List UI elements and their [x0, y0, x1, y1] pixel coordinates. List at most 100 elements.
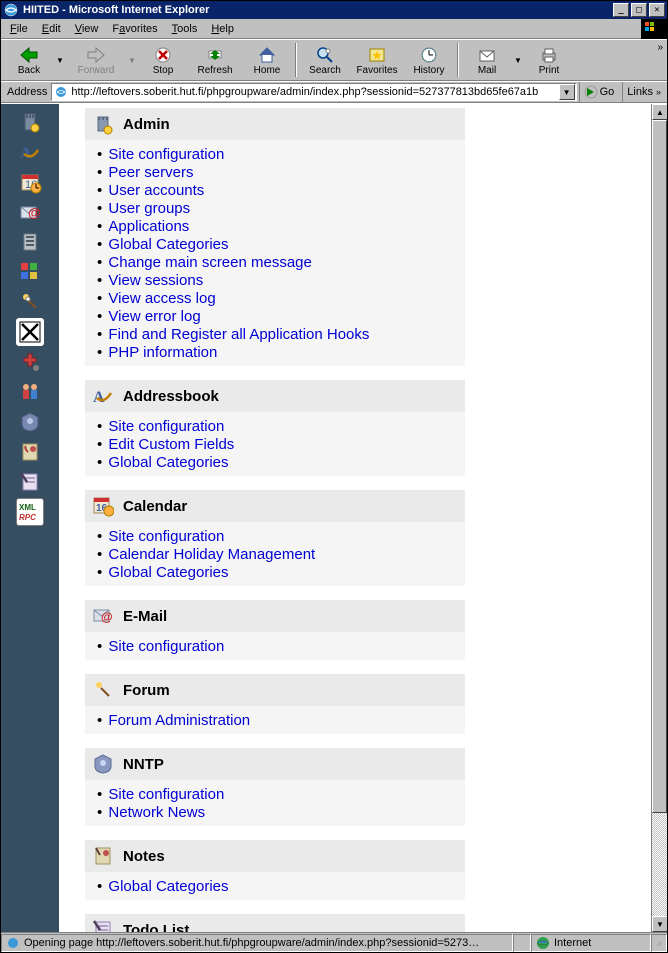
admin-link[interactable]: View sessions	[108, 272, 203, 289]
scroll-thumb[interactable]	[652, 120, 667, 813]
section-header: Notes	[85, 840, 465, 872]
go-icon	[584, 85, 598, 99]
bullet: •	[97, 546, 106, 563]
bullet: •	[97, 200, 106, 217]
sidebar-forum-icon[interactable]	[16, 288, 44, 316]
admin-link[interactable]: Global Categories	[108, 878, 228, 895]
admin-link[interactable]: Global Categories	[108, 454, 228, 471]
admin-link[interactable]: Global Categories	[108, 236, 228, 253]
maximize-button[interactable]: □	[631, 3, 647, 17]
history-button[interactable]: History	[403, 41, 455, 79]
calendar-icon: 16	[91, 494, 115, 518]
admin-link[interactable]: Site configuration	[108, 146, 224, 163]
toolbar-expand[interactable]: »	[657, 42, 663, 53]
section-links: • Site configuration• Network News	[85, 780, 465, 826]
section-todo-list: Todo List	[85, 914, 645, 932]
svg-text:RPC: RPC	[19, 513, 36, 522]
menu-view[interactable]: View	[68, 21, 106, 37]
back-arrow-icon	[19, 45, 39, 65]
svg-text:A: A	[93, 389, 105, 406]
admin-link[interactable]: Forum Administration	[108, 712, 250, 729]
stop-button[interactable]: Stop	[137, 41, 189, 79]
favorites-button[interactable]: Favorites	[351, 41, 403, 79]
scroll-down-button[interactable]: ▼	[652, 916, 667, 932]
print-button[interactable]: Print	[523, 41, 575, 79]
links-expand-icon: »	[656, 87, 661, 97]
mail-button[interactable]: Mail	[461, 41, 513, 79]
admin-link[interactable]: Applications	[108, 218, 189, 235]
admin-link[interactable]: View error log	[108, 308, 200, 325]
sidebar-admin-icon[interactable]	[16, 108, 44, 136]
svg-text:A: A	[20, 145, 32, 162]
search-button[interactable]: Search	[299, 41, 351, 79]
section-title: Admin	[123, 116, 170, 133]
admin-link[interactable]: Site configuration	[108, 418, 224, 435]
bullet: •	[97, 164, 106, 181]
admin-link[interactable]: PHP information	[108, 344, 217, 361]
forward-arrow-icon	[86, 45, 106, 65]
section-title: Addressbook	[123, 388, 219, 405]
admin-link[interactable]: Site configuration	[108, 528, 224, 545]
admin-link[interactable]: Site configuration	[108, 786, 224, 803]
admin-link[interactable]: Change main screen message	[108, 254, 311, 271]
sidebar-plugin-icon[interactable]	[16, 348, 44, 376]
toolbar: Back ▼ Forward ▼ Stop Refresh Home Searc…	[1, 39, 667, 81]
sidebar-notes-icon[interactable]	[16, 438, 44, 466]
admin-link[interactable]: Find and Register all Application Hooks	[108, 326, 369, 343]
sidebar-filemanager-icon[interactable]	[16, 228, 44, 256]
bullet: •	[97, 254, 106, 271]
url-input[interactable]: http://leftovers.soberit.hut.fi/phpgroup…	[51, 83, 576, 101]
admin-link[interactable]: Peer servers	[108, 164, 193, 181]
admin-link[interactable]: Edit Custom Fields	[108, 436, 234, 453]
section-links: • Site configuration• Calendar Holiday M…	[85, 522, 465, 586]
scroll-up-button[interactable]: ▲	[652, 104, 667, 120]
sidebar-calendar-icon[interactable]: 16	[16, 168, 44, 196]
links-button[interactable]: Links »	[622, 82, 665, 102]
menu-help[interactable]: Help	[204, 21, 241, 37]
sidebar-xmlrpc-icon[interactable]: XMLRPC	[16, 498, 44, 526]
admin-link[interactable]: Network News	[108, 804, 205, 821]
link-row: • Site configuration	[95, 638, 465, 656]
refresh-button[interactable]: Refresh	[189, 41, 241, 79]
mail-icon	[477, 45, 497, 65]
section-notes: Notes• Global Categories	[85, 840, 645, 900]
url-dropdown[interactable]: ▼	[559, 84, 575, 100]
sidebar-nntp-icon[interactable]	[16, 408, 44, 436]
menu-favorites[interactable]: Favorites	[105, 21, 164, 37]
sidebar-apps-icon[interactable]	[16, 258, 44, 286]
refresh-icon	[205, 45, 225, 65]
admin-link[interactable]: View access log	[108, 290, 215, 307]
resize-grip[interactable]	[651, 934, 667, 952]
go-button[interactable]: Go	[579, 82, 619, 102]
menu-file[interactable]: File	[3, 21, 35, 37]
link-row: • PHP information	[95, 344, 465, 362]
sidebar-people-icon[interactable]	[16, 378, 44, 406]
back-dropdown[interactable]: ▼	[55, 41, 65, 79]
home-button[interactable]: Home	[241, 41, 293, 79]
address-label: Address	[3, 86, 51, 98]
addressbook-icon: A	[91, 384, 115, 408]
back-button[interactable]: Back	[3, 41, 55, 79]
close-button[interactable]: ✕	[649, 3, 665, 17]
section-links: • Forum Administration	[85, 706, 465, 734]
minimize-button[interactable]: _	[613, 3, 629, 17]
sidebar-current-icon[interactable]	[16, 318, 44, 346]
stop-icon	[153, 45, 173, 65]
scroll-track[interactable]	[652, 120, 667, 916]
admin-link[interactable]: Calendar Holiday Management	[108, 546, 315, 563]
svg-text:@: @	[101, 610, 113, 624]
toolbar-separator	[295, 43, 297, 77]
sidebar-email-icon[interactable]: @	[16, 198, 44, 226]
admin-link[interactable]: Global Categories	[108, 564, 228, 581]
menu-tools[interactable]: Tools	[165, 21, 205, 37]
vertical-scrollbar[interactable]: ▲ ▼	[651, 104, 667, 932]
bullet: •	[97, 326, 106, 343]
mail-dropdown[interactable]: ▼	[513, 41, 523, 79]
app-sidebar: A 16 @ XMLRPC	[1, 104, 59, 932]
sidebar-todo-icon[interactable]	[16, 468, 44, 496]
admin-link[interactable]: User groups	[108, 200, 190, 217]
admin-link[interactable]: Site configuration	[108, 638, 224, 655]
menu-edit[interactable]: Edit	[35, 21, 68, 37]
sidebar-addressbook-icon[interactable]: A	[16, 138, 44, 166]
admin-link[interactable]: User accounts	[108, 182, 204, 199]
